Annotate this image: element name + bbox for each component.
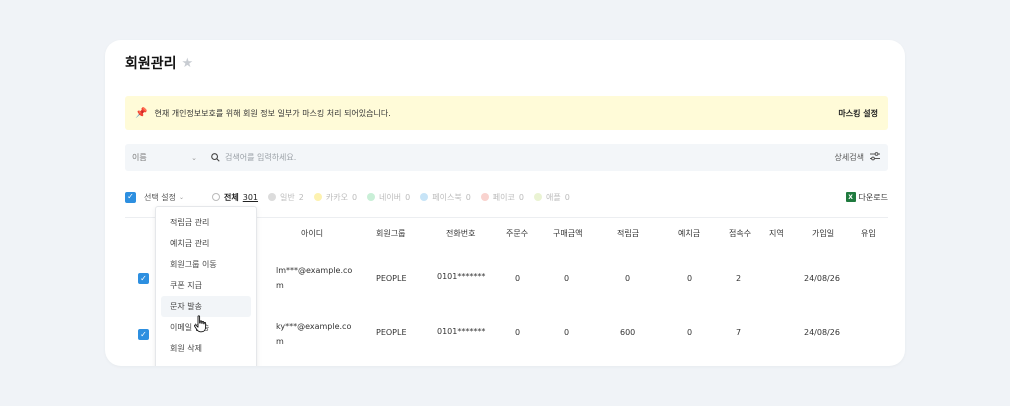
filter-dot-icon — [420, 193, 429, 201]
filter-count: 0 — [518, 192, 524, 202]
search-field-value: 이름 — [132, 153, 147, 162]
row-member-id[interactable]: ky***@example.com — [276, 319, 356, 349]
row-member-id[interactable]: lm***@example.com — [276, 263, 356, 293]
search-input[interactable] — [225, 153, 835, 162]
advanced-search-label: 상세검색 — [834, 153, 864, 162]
row-group: PEOPLE — [376, 274, 407, 283]
filter-dot-icon — [268, 193, 277, 201]
filter-label: 네이버 — [379, 192, 402, 202]
pin-icon: 📌 — [135, 107, 148, 119]
filter-naver[interactable]: 네이버 0 — [367, 192, 410, 203]
title-row: 회원관리 ★ — [125, 52, 195, 74]
filter-general[interactable]: 일반 2 — [268, 192, 304, 203]
row-purchase: 0 — [564, 274, 570, 283]
column-header-joined[interactable]: 가입일 — [812, 228, 834, 239]
menu-item-delete[interactable]: 회원 삭제 — [161, 338, 251, 359]
menu-item-sms[interactable]: 문자 발송 — [161, 296, 251, 317]
bulk-action-menu: 적립금 관리 예치금 관리 회원그룹 이동 쿠폰 지급 문자 발송 이메일 발송… — [155, 206, 257, 366]
search-icon — [205, 153, 225, 162]
row-joined: 24/08/26 — [804, 328, 840, 337]
star-icon[interactable]: ★ — [182, 57, 195, 70]
row-orders: 0 — [515, 274, 521, 283]
filter-label: 일반 — [280, 192, 295, 202]
list-toolbar: ✓ 선택 설정 ⌄ 전체 301 일반 2 카카오 0 네이버 0 페이스북 0… — [125, 188, 888, 206]
column-header-deposit[interactable]: 예치금 — [678, 228, 700, 239]
select-all-checkbox[interactable]: ✓ — [125, 191, 136, 203]
row-visits: 7 — [736, 328, 742, 337]
advanced-search-button[interactable]: 상세검색 — [835, 152, 888, 163]
column-header-visits[interactable]: 접속수 — [729, 228, 751, 239]
column-header-orders[interactable]: 주문수 — [506, 228, 528, 239]
chevron-down-icon: ⌄ — [191, 153, 197, 162]
row-visits: 2 — [736, 274, 742, 283]
member-type-filters: 전체 301 일반 2 카카오 0 네이버 0 페이스북 0 페이코 0 애플 … — [212, 192, 570, 203]
chevron-down-icon: ⌄ — [178, 193, 185, 201]
member-management-panel: 회원관리 ★ 📌 현재 개인정보보호를 위해 회원 정보 일부가 마스킹 처리 … — [105, 40, 905, 366]
filter-label: 페이스북 — [432, 192, 462, 202]
filter-all[interactable]: 전체 301 — [212, 192, 258, 203]
masking-settings-button[interactable]: 마스킹 설정 — [838, 108, 878, 119]
menu-item-deposit[interactable]: 예치금 관리 — [161, 233, 251, 254]
column-header-phone[interactable]: 전화번호 — [446, 228, 475, 239]
filter-payco[interactable]: 페이코 0 — [480, 192, 524, 203]
masking-notice: 📌 현재 개인정보보호를 위해 회원 정보 일부가 마스킹 처리 되어있습니다.… — [125, 96, 888, 130]
menu-item-points[interactable]: 적립금 관리 — [161, 212, 251, 233]
filter-dot-icon — [212, 193, 221, 201]
filter-count: 0 — [465, 192, 471, 202]
filter-sliders-icon — [870, 152, 880, 163]
filter-label: 카카오 — [325, 192, 348, 202]
row-checkbox[interactable]: ✓ — [138, 329, 149, 340]
filter-count: 0 — [405, 192, 411, 202]
row-phone: 0101******* — [437, 272, 486, 281]
filter-count[interactable]: 301 — [243, 193, 258, 202]
column-header-region[interactable]: 지역 — [769, 228, 784, 239]
page-title: 회원관리 — [125, 56, 177, 72]
row-phone: 0101******* — [437, 327, 486, 336]
notice-text: 현재 개인정보보호를 위해 회원 정보 일부가 마스킹 처리 되어있습니다. — [154, 108, 391, 118]
filter-count: 2 — [298, 192, 304, 202]
filter-count: 0 — [564, 192, 570, 202]
row-deposit: 0 — [687, 274, 693, 283]
column-header-group[interactable]: 회원그룹 — [376, 228, 405, 239]
column-header-id[interactable]: 아이디 — [301, 228, 323, 239]
filter-dot-icon — [367, 193, 376, 201]
search-bar: 이름 ⌄ 상세검색 — [125, 144, 888, 171]
excel-icon: X — [845, 192, 856, 202]
column-header-source[interactable]: 유입 — [861, 228, 876, 239]
column-header-purchase[interactable]: 구매금액 — [553, 228, 582, 239]
row-points: 600 — [620, 328, 636, 337]
filter-dot-icon — [480, 193, 489, 201]
row-orders: 0 — [515, 328, 521, 337]
filter-apple[interactable]: 애플 0 — [533, 192, 570, 203]
row-deposit: 0 — [687, 328, 693, 337]
row-checkbox[interactable]: ✓ — [138, 273, 149, 284]
filter-label: 페이코 — [492, 192, 515, 202]
menu-item-coupon[interactable]: 쿠폰 지급 — [161, 275, 251, 296]
filter-label: 전체 — [224, 192, 239, 202]
filter-count: 0 — [351, 192, 358, 202]
download-label: 다운로드 — [858, 192, 888, 202]
row-group: PEOPLE — [376, 328, 407, 337]
filter-label: 애플 — [545, 192, 561, 202]
bulk-action-select[interactable]: 선택 설정 ⌄ — [144, 192, 184, 203]
bulk-action-label: 선택 설정 — [144, 192, 176, 202]
row-points: 0 — [625, 274, 631, 283]
row-purchase: 0 — [564, 328, 570, 337]
filter-dot-icon — [533, 193, 542, 201]
download-button[interactable]: X 다운로드 — [845, 192, 888, 203]
filter-facebook[interactable]: 페이스북 0 — [420, 192, 471, 203]
filter-dot-icon — [313, 193, 322, 201]
hand-cursor-icon — [194, 315, 207, 333]
search-field-select[interactable]: 이름 ⌄ — [125, 152, 205, 163]
filter-kakao[interactable]: 카카오 0 — [313, 192, 358, 203]
column-header-points[interactable]: 적립금 — [617, 228, 639, 239]
menu-item-move-group[interactable]: 회원그룹 이동 — [161, 254, 251, 275]
row-joined: 24/08/26 — [804, 274, 840, 283]
